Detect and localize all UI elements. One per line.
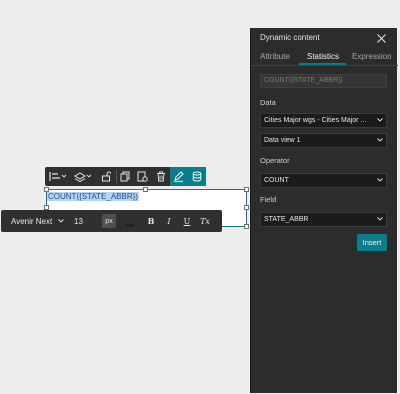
font-color-icon	[124, 215, 134, 226]
operator-label: Operator	[260, 156, 290, 165]
dynamic-content-panel: Dynamic content Attribute Statistics Exp…	[250, 28, 398, 393]
unlock-icon	[101, 171, 111, 182]
data-view-value: Data view 1	[264, 137, 301, 144]
database-icon	[192, 171, 201, 182]
insert-button[interactable]: Insert	[357, 234, 387, 251]
field-select[interactable]: STATE_ABBR	[260, 212, 387, 227]
tab-statistics[interactable]: Statistics	[307, 52, 339, 61]
duplicate-button[interactable]	[117, 167, 134, 186]
underline-button[interactable]: U	[178, 212, 196, 230]
align-icon	[49, 172, 67, 181]
pencil-icon	[174, 171, 184, 182]
italic-icon: I	[167, 216, 171, 226]
template-icon	[137, 171, 148, 182]
chevron-down-icon	[377, 118, 383, 122]
trash-icon	[156, 171, 165, 182]
font-size-input[interactable]: 13	[74, 214, 98, 228]
font-family-select[interactable]: Avenir Next	[11, 217, 64, 226]
bold-icon: B	[147, 216, 155, 226]
copy-icon	[120, 171, 130, 182]
active-tab-indicator	[299, 63, 346, 65]
operator-select[interactable]: COUNT	[260, 173, 387, 188]
chevron-down-icon	[377, 178, 383, 182]
data-source-select[interactable]: Cities Major wgs - Cities Major ...	[260, 113, 387, 128]
font-size-unit-button[interactable]: px	[102, 214, 116, 228]
font-family-value: Avenir Next	[11, 216, 53, 226]
font-color-button[interactable]	[120, 212, 138, 230]
font-size-unit: px	[105, 217, 113, 225]
resize-handle-right[interactable]	[244, 205, 249, 210]
chevron-down-icon	[377, 217, 383, 221]
field-value: STATE_ABBR	[264, 216, 309, 223]
data-view-select[interactable]: Data view 1	[260, 133, 387, 148]
clear-format-button[interactable]: Tx	[196, 212, 214, 230]
tab-attribute[interactable]: Attribute	[260, 52, 290, 61]
operator-value: COUNT	[264, 177, 289, 184]
unlock-button[interactable]	[96, 167, 116, 186]
panel-title: Dynamic content	[260, 33, 320, 42]
dynamic-content-button[interactable]	[187, 167, 207, 186]
delete-button[interactable]	[152, 167, 170, 186]
panel-tabs: Attribute Statistics Expression	[251, 49, 398, 66]
layers-icon	[74, 172, 92, 182]
align-dropdown-button[interactable]	[45, 167, 71, 186]
field-label: Field	[260, 195, 277, 204]
data-source-value: Cities Major wgs - Cities Major ...	[264, 117, 367, 124]
font-size-value: 13	[74, 216, 83, 226]
expression-preview-field: COUNT({STATE_ABBR})	[260, 74, 387, 88]
widget-toolbar	[45, 167, 207, 186]
close-icon[interactable]	[376, 33, 387, 44]
text-format-toolbar: Avenir Next 13 px B I U Tx	[1, 210, 222, 232]
tab-expression[interactable]: Expression	[352, 52, 392, 61]
resize-handle-top-left[interactable]	[44, 187, 49, 192]
italic-button[interactable]: I	[160, 212, 178, 230]
data-label: Data	[260, 98, 276, 107]
resize-handle-top[interactable]	[143, 187, 148, 192]
chevron-down-icon	[58, 219, 64, 223]
edit-text-button[interactable]	[169, 167, 188, 186]
clear-format-icon: Tx	[200, 216, 210, 226]
arrange-dropdown-button[interactable]	[71, 167, 97, 186]
bold-button[interactable]: B	[142, 212, 160, 230]
underline-icon: U	[183, 216, 191, 226]
save-template-button[interactable]	[133, 167, 152, 186]
text-widget-content[interactable]: COUNT({STATE_ABBR})	[47, 192, 139, 201]
resize-handle-bottom-right[interactable]	[244, 224, 249, 229]
chevron-down-icon	[377, 138, 383, 142]
resize-handle-top-right[interactable]	[244, 187, 249, 192]
